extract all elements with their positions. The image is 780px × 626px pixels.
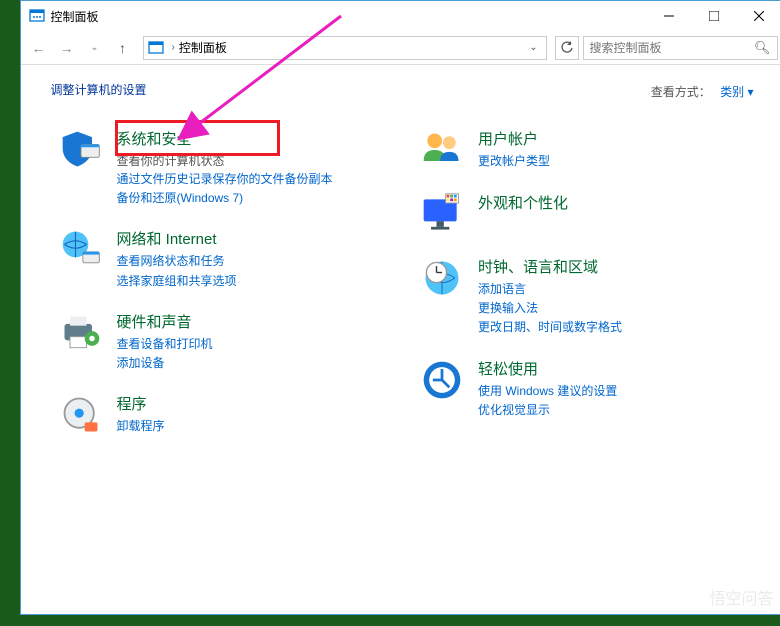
category-title[interactable]: 程序 — [117, 393, 393, 414]
address-bar[interactable]: › 控制面板 ⌄ — [143, 36, 547, 60]
category-ease-of-access: 轻松使用 使用 Windows 建议的设置 优化视觉显示 — [412, 358, 754, 420]
category-link[interactable]: 通过文件历史记录保存你的文件备份副本 — [117, 170, 393, 189]
maximize-button[interactable] — [692, 2, 737, 30]
category-link[interactable]: 优化视觉显示 — [478, 401, 754, 420]
close-button[interactable] — [737, 2, 780, 30]
category-link[interactable]: 查看设备和打印机 — [117, 335, 393, 354]
category-title[interactable]: 网络和 Internet — [117, 228, 393, 249]
category-appearance: 外观和个性化 — [412, 192, 754, 236]
programs-icon — [59, 393, 103, 437]
address-dropdown[interactable]: ⌄ — [525, 42, 541, 53]
category-title[interactable]: 系统和安全 — [117, 128, 393, 149]
forward-button[interactable]: → — [55, 36, 79, 60]
ease-of-access-icon — [420, 358, 464, 402]
breadcrumb-item[interactable]: 控制面板 — [179, 39, 227, 56]
recent-dropdown[interactable]: ⌄ — [83, 36, 107, 60]
category-link[interactable]: 查看你的计算机状态 — [117, 154, 225, 168]
category-programs: 程序 卸载程序 — [51, 393, 393, 437]
titlebar: 控制面板 — [21, 1, 780, 31]
minimize-button[interactable] — [647, 2, 692, 30]
watermark: 悟空问答 — [709, 585, 773, 609]
globe-network-icon — [59, 228, 103, 272]
clock-globe-icon — [420, 256, 464, 300]
shield-icon — [59, 128, 103, 172]
search-icon[interactable]: 🔍︎ — [754, 40, 771, 56]
category-clock: 时钟、语言和区域 添加语言 更换输入法 更改日期、时间或数字格式 — [412, 256, 754, 338]
category-link[interactable]: 更改日期、时间或数字格式 — [478, 318, 754, 337]
category-title[interactable]: 时钟、语言和区域 — [478, 256, 754, 277]
category-user-accounts: 用户帐户 更改帐户类型 — [412, 128, 754, 172]
category-network: 网络和 Internet 查看网络状态和任务 选择家庭组和共享选项 — [51, 228, 393, 290]
breadcrumb-sep: › — [172, 42, 175, 53]
printer-icon — [59, 311, 103, 355]
monitor-icon — [420, 192, 464, 236]
users-icon — [420, 128, 464, 172]
content-area: 调整计算机的设置 查看方式： 类别 ▾ 系统和安全 查看你的计算机状态 通过文件… — [21, 65, 780, 473]
category-link[interactable]: 卸载程序 — [117, 417, 393, 436]
category-link[interactable]: 更换输入法 — [478, 299, 754, 318]
category-link[interactable]: 添加设备 — [117, 354, 393, 373]
category-link[interactable]: 更改帐户类型 — [478, 152, 754, 171]
navigation-bar: ← → ⌄ ↑ › 控制面板 ⌄ 🔍︎ — [21, 31, 780, 65]
search-input[interactable] — [590, 41, 754, 55]
category-link[interactable]: 添加语言 — [478, 280, 754, 299]
category-title[interactable]: 轻松使用 — [478, 358, 754, 379]
right-column: 用户帐户 更改帐户类型 外观和个性化 时钟、语言和区域 添加语言 — [412, 128, 754, 457]
viewby-label: 查看方式： — [651, 85, 711, 99]
left-column: 系统和安全 查看你的计算机状态 通过文件历史记录保存你的文件备份副本 备份和还原… — [51, 128, 393, 457]
category-link[interactable]: 使用 Windows 建议的设置 — [478, 382, 754, 401]
control-panel-icon — [148, 40, 164, 56]
control-panel-window: 控制面板 ← → ⌄ ↑ › 控制面板 ⌄ 🔍︎ 调整计算机的设置 查看方式： … — [20, 0, 780, 615]
page-heading: 调整计算机的设置 — [51, 81, 754, 98]
category-link[interactable]: 查看网络状态和任务 — [117, 252, 393, 271]
control-panel-icon — [29, 8, 45, 24]
category-title[interactable]: 硬件和声音 — [117, 311, 393, 332]
category-link[interactable]: 备份和还原(Windows 7) — [117, 189, 393, 208]
window-title: 控制面板 — [51, 8, 647, 25]
view-by: 查看方式： 类别 ▾ — [651, 83, 754, 100]
category-title[interactable]: 外观和个性化 — [478, 192, 754, 213]
viewby-dropdown[interactable]: 类别 ▾ — [720, 85, 753, 99]
category-title[interactable]: 用户帐户 — [478, 128, 754, 149]
category-system-security: 系统和安全 查看你的计算机状态 通过文件历史记录保存你的文件备份副本 备份和还原… — [51, 128, 393, 208]
back-button[interactable]: ← — [27, 36, 51, 60]
refresh-button[interactable] — [555, 36, 579, 60]
category-hardware: 硬件和声音 查看设备和打印机 添加设备 — [51, 311, 393, 373]
up-button[interactable]: ↑ — [111, 36, 135, 60]
category-link[interactable]: 选择家庭组和共享选项 — [117, 272, 393, 291]
search-box[interactable]: 🔍︎ — [583, 36, 778, 60]
